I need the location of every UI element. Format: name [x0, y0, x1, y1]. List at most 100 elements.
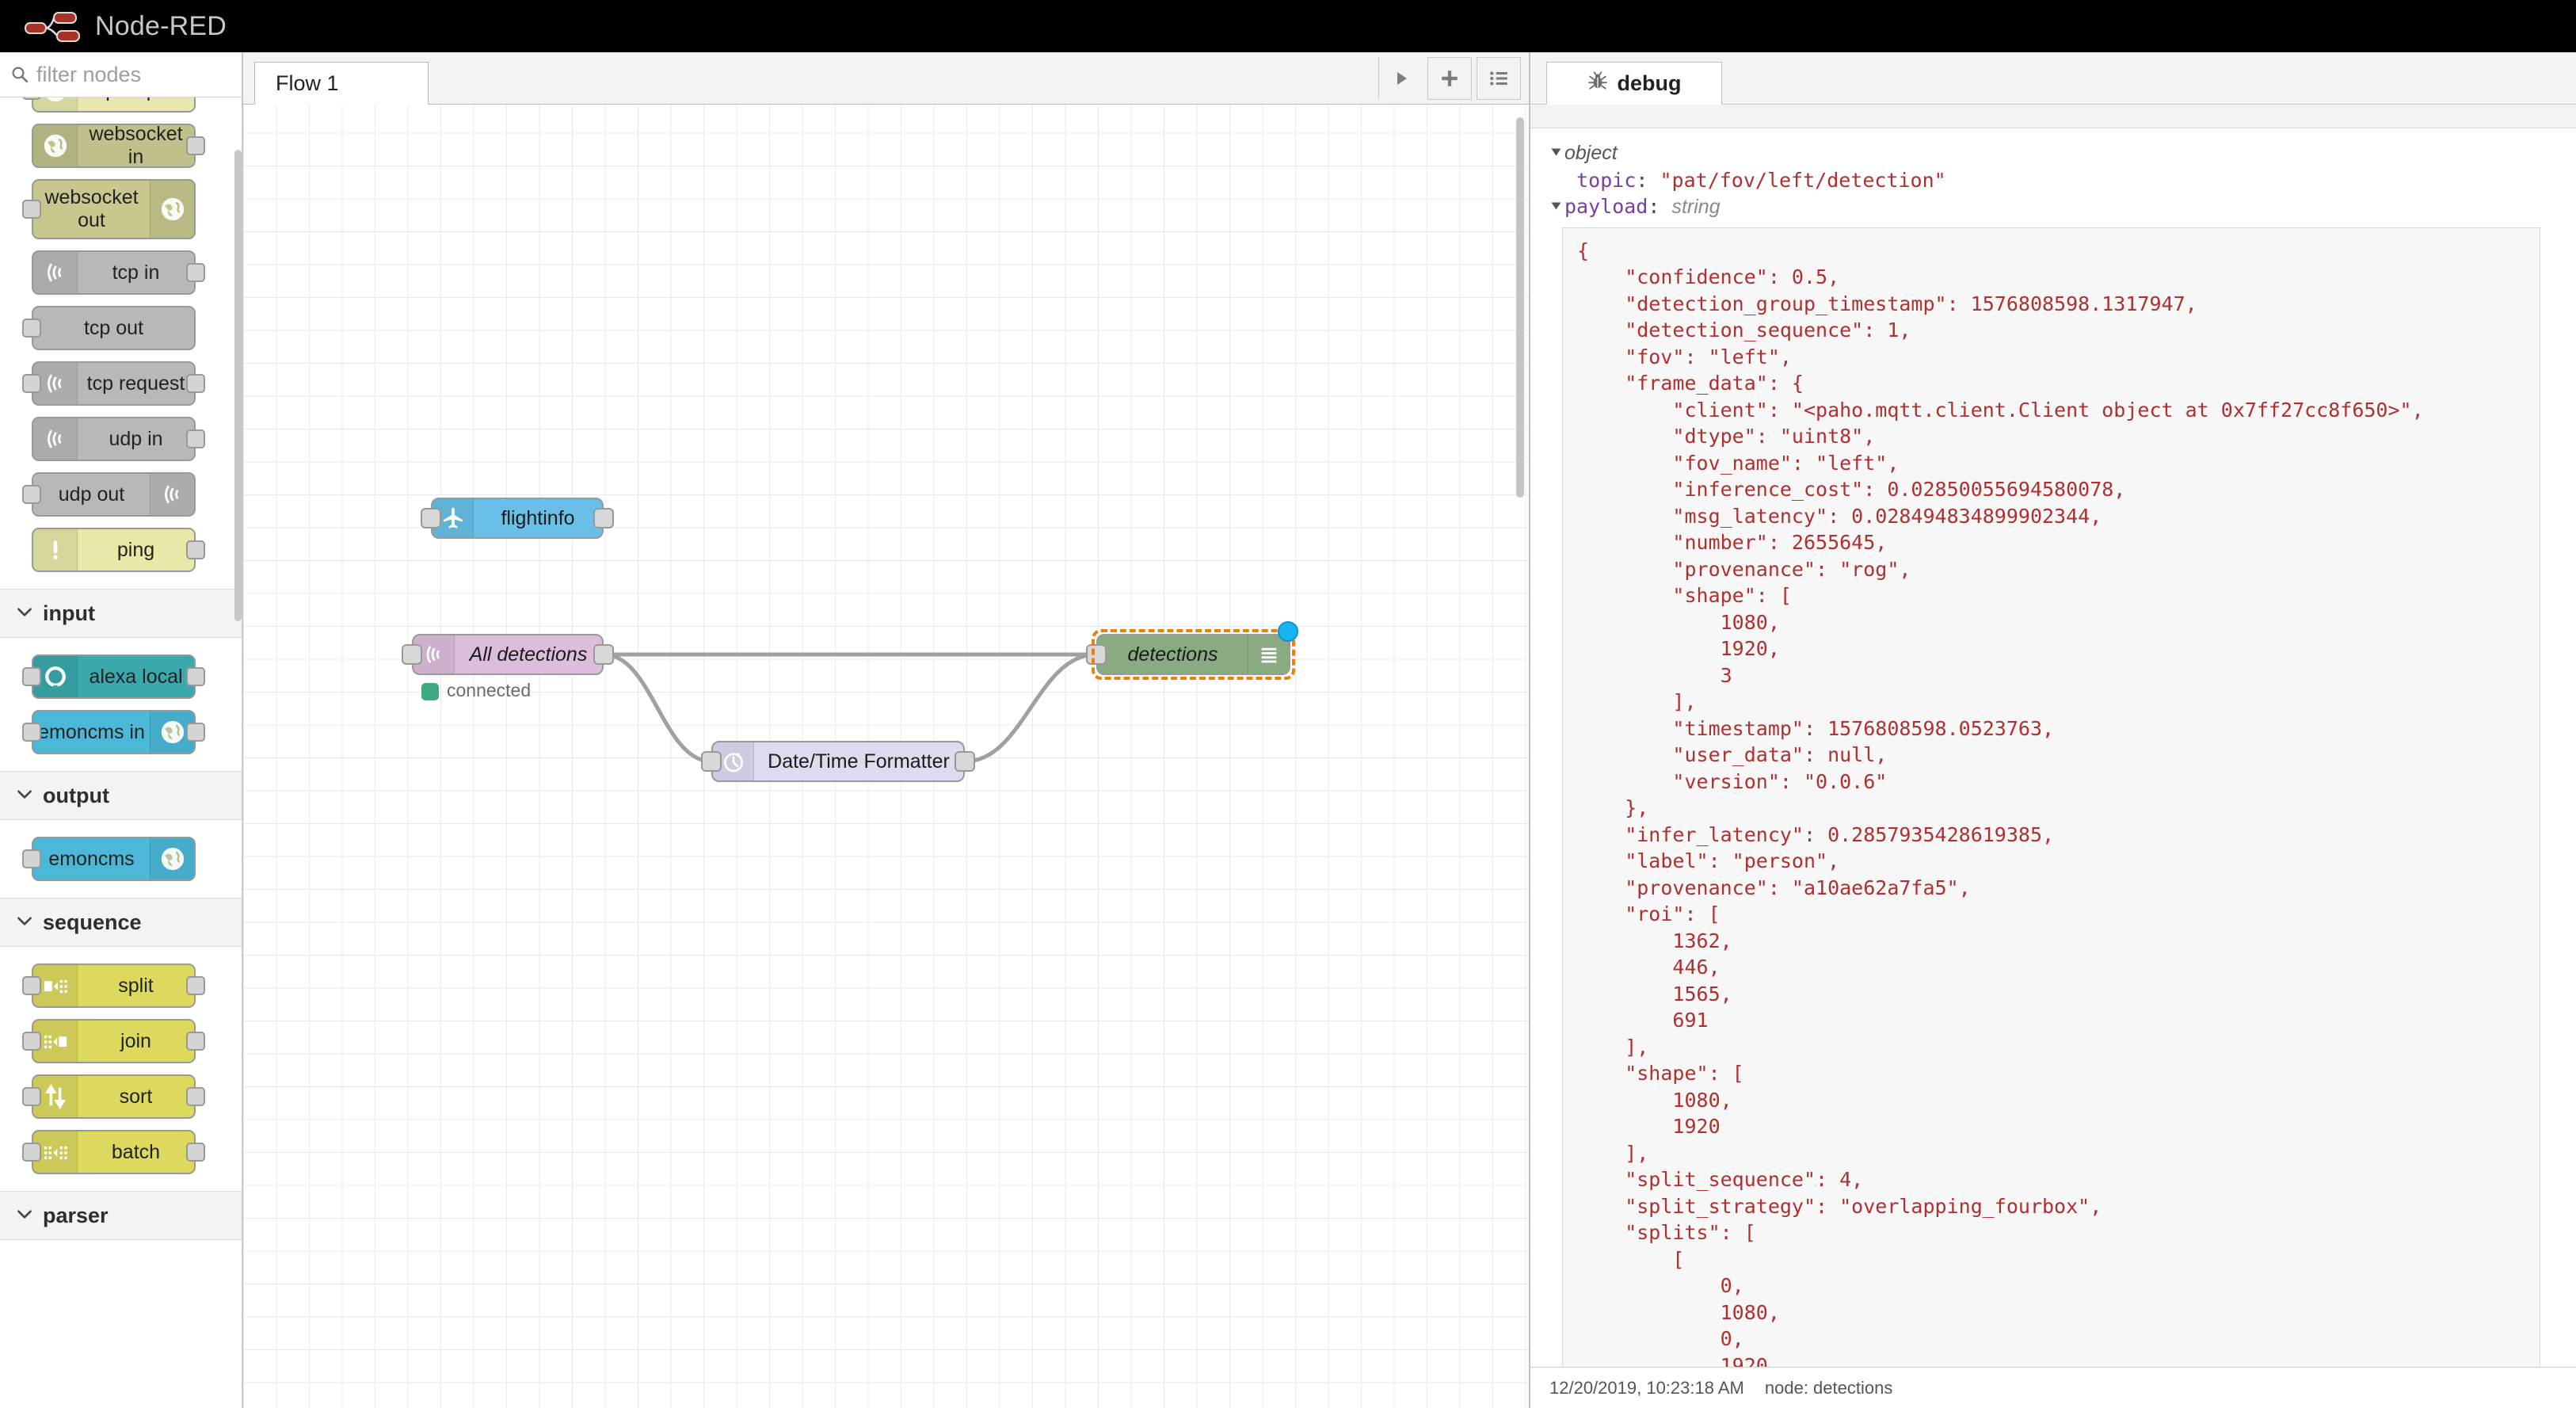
- node-output-port[interactable]: [186, 374, 205, 393]
- palette-node-chip[interactable]: websocket out: [22, 179, 196, 239]
- palette-node-batch[interactable]: batch: [0, 1124, 242, 1180]
- expand-caret-icon[interactable]: [1551, 148, 1561, 156]
- debug-field-topic[interactable]: topic: "pat/fov/left/detection": [1530, 167, 2576, 194]
- palette-node-websocket-in[interactable]: websocket in: [0, 118, 242, 174]
- node-output-port[interactable]: [186, 976, 205, 995]
- palette-scrollbar[interactable]: [234, 150, 242, 621]
- debug-message[interactable]: object topic: "pat/fov/left/detection" pa…: [1530, 128, 2576, 1367]
- node-output-port[interactable]: [186, 723, 205, 742]
- node-output-port[interactable]: [186, 1032, 205, 1051]
- palette-node-ping[interactable]: ping: [0, 522, 242, 578]
- flow-node-detections[interactable]: detections: [1086, 634, 1290, 675]
- palette-node-chip[interactable]: emoncms: [22, 837, 196, 881]
- palette-category-sequence[interactable]: sequence: [0, 898, 242, 947]
- palette-node-http-request[interactable]: http request: [0, 97, 242, 118]
- palette-node-tcp-out[interactable]: tcp out: [0, 300, 242, 356]
- palette-node-chip[interactable]: udp out: [22, 472, 196, 517]
- play-icon[interactable]: [1378, 57, 1423, 100]
- search-input[interactable]: [36, 62, 242, 87]
- flow-node-all-detections[interactable]: All detections: [402, 634, 614, 675]
- node-input-port[interactable]: [22, 723, 41, 742]
- node-input-port[interactable]: [22, 1143, 41, 1162]
- palette-node-chip[interactable]: tcp out: [22, 306, 196, 350]
- node-status-text: connected: [447, 680, 532, 700]
- node-input-port[interactable]: [22, 374, 41, 393]
- node-output-port[interactable]: [186, 429, 205, 448]
- debug-message-list[interactable]: object topic: "pat/fov/left/detection" pa…: [1530, 128, 2576, 1367]
- palette-node-alexa-local[interactable]: alexa local: [0, 649, 242, 704]
- palette-node-tcp-in[interactable]: tcp in: [0, 245, 242, 300]
- palette-node-chip[interactable]: websocket in: [32, 123, 205, 168]
- node-input-port[interactable]: [22, 1087, 41, 1106]
- palette-node-split[interactable]: split: [0, 958, 242, 1013]
- node-output-port[interactable]: [593, 644, 614, 665]
- palette-node-chip[interactable]: batch: [22, 1130, 205, 1174]
- flow-tab-1[interactable]: Flow 1: [254, 62, 429, 105]
- palette-node-chip[interactable]: http request: [22, 97, 196, 113]
- plus-icon[interactable]: [1427, 57, 1472, 100]
- node-input-port[interactable]: [22, 319, 41, 338]
- palette-node-label: websocket in: [89, 123, 183, 168]
- node-input-port[interactable]: [421, 508, 441, 528]
- node-input-port[interactable]: [22, 667, 41, 686]
- node-input-port[interactable]: [22, 976, 41, 995]
- debug-payload-line: "version": "0.0.6": [1577, 769, 1888, 793]
- node-output-port[interactable]: [186, 1087, 205, 1106]
- expand-caret-icon[interactable]: [1551, 202, 1561, 210]
- palette-category-label: input: [43, 601, 95, 625]
- palette-category-parser[interactable]: parser: [0, 1191, 242, 1240]
- debug-root-type[interactable]: object: [1530, 139, 2576, 167]
- palette-node-chip[interactable]: udp in: [32, 417, 205, 461]
- node-output-port[interactable]: [955, 751, 975, 772]
- palette-node-udp-out[interactable]: udp out: [0, 467, 242, 522]
- flow-link[interactable]: [964, 652, 1097, 764]
- debug-active-indicator[interactable]: [1278, 621, 1298, 642]
- palette-node-emoncms-in[interactable]: emoncms in: [0, 704, 242, 760]
- palette-node-label: http request: [78, 97, 194, 101]
- flow-node-date-time-formatter[interactable]: Date/Time Formatter: [701, 741, 975, 782]
- palette-scroll-area[interactable]: http request websocket in websocket out …: [0, 97, 242, 1408]
- palette-node-chip[interactable]: alexa local: [22, 654, 205, 699]
- palette-node-label: batch: [111, 1140, 161, 1163]
- palette-node-emoncms[interactable]: emoncms: [0, 831, 242, 887]
- palette-category-input[interactable]: input: [0, 589, 242, 638]
- flow-node-flightinfo[interactable]: flightinfo: [421, 498, 614, 539]
- node-output-port[interactable]: [593, 508, 614, 528]
- hamburger-icon[interactable]: [1248, 635, 1289, 673]
- flow-canvas[interactable]: flightinfo All detections connected Date/…: [243, 105, 1529, 1408]
- list-icon[interactable]: [1477, 57, 1521, 100]
- palette-node-chip[interactable]: split: [22, 963, 205, 1008]
- palette-node-chip[interactable]: ping: [32, 528, 205, 572]
- node-output-port[interactable]: [186, 136, 205, 155]
- node-input-port[interactable]: [1086, 644, 1107, 665]
- node-output-port[interactable]: [186, 540, 205, 559]
- debug-field-payload[interactable]: payload: string: [1530, 193, 2576, 221]
- node-input-port[interactable]: [22, 485, 41, 504]
- node-input-port[interactable]: [701, 751, 722, 772]
- palette-node-udp-in[interactable]: udp in: [0, 411, 242, 467]
- palette-node-join[interactable]: join: [0, 1013, 242, 1069]
- flow-link[interactable]: [603, 652, 712, 764]
- node-output-port[interactable]: [186, 1143, 205, 1162]
- node-input-port[interactable]: [22, 200, 41, 219]
- node-output-port[interactable]: [186, 263, 205, 282]
- node-input-port[interactable]: [22, 97, 41, 100]
- canvas-vertical-scrollbar[interactable]: [1516, 117, 1524, 498]
- node-output-port[interactable]: [186, 667, 205, 686]
- palette-node-chip[interactable]: sort: [22, 1074, 205, 1119]
- app-title: Node-RED: [95, 10, 227, 41]
- palette-node-tcp-request[interactable]: tcp request: [0, 356, 242, 411]
- node-input-port[interactable]: [22, 1032, 41, 1051]
- palette-category-output[interactable]: output: [0, 771, 242, 820]
- palette-node-websocket-out[interactable]: websocket out: [0, 174, 242, 245]
- tab-debug[interactable]: debug: [1546, 62, 1722, 105]
- node-input-port[interactable]: [22, 849, 41, 868]
- globe-icon: [33, 125, 78, 166]
- flow-canvas-wrapper[interactable]: flightinfo All detections connected Date/…: [243, 105, 1529, 1408]
- palette-node-chip[interactable]: tcp in: [32, 250, 205, 295]
- palette-node-chip[interactable]: join: [22, 1019, 205, 1063]
- palette-node-chip[interactable]: tcp request: [22, 361, 205, 406]
- palette-node-sort[interactable]: sort: [0, 1069, 242, 1124]
- node-input-port[interactable]: [402, 644, 422, 665]
- palette-node-chip[interactable]: emoncms in: [22, 710, 205, 754]
